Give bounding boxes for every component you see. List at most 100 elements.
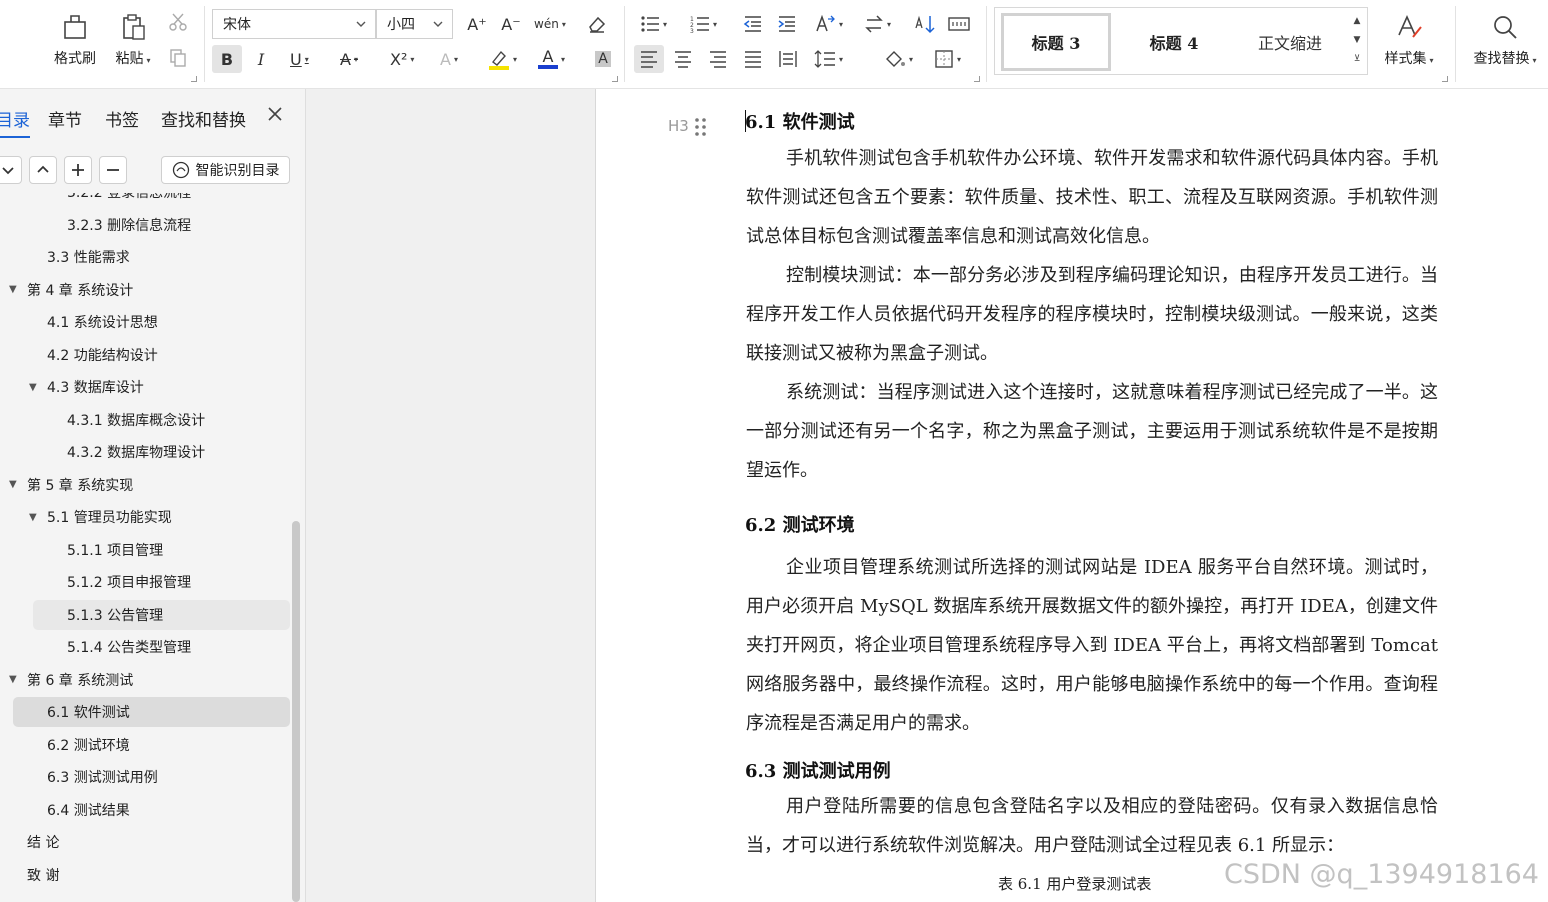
expand-caret-icon[interactable]: ▼ xyxy=(29,382,37,393)
align-center-button[interactable] xyxy=(668,45,698,73)
expand-caret-icon[interactable]: ▼ xyxy=(29,512,37,523)
chevron-up-icon[interactable]: ▲ xyxy=(1351,12,1363,31)
text-effect-button[interactable]: A ▾ xyxy=(440,45,458,73)
font-name-select[interactable]: 宋体 xyxy=(212,9,376,39)
text-flow-button[interactable]: ▾ xyxy=(864,10,891,38)
toc-item[interactable]: 致 谢 xyxy=(0,860,290,890)
toc-item[interactable]: 3.2.2 登录信息流程 xyxy=(0,193,290,207)
toc-item[interactable]: ▼ 第 4 章 系统设计 xyxy=(0,275,290,305)
toc-item[interactable]: 6.4 测试结果 xyxy=(0,795,290,825)
close-panel-button[interactable] xyxy=(264,103,286,125)
format-painter-button[interactable]: 格式刷 xyxy=(48,10,102,68)
font-name-value: 宋体 xyxy=(223,17,251,33)
distribute-button[interactable] xyxy=(773,45,803,73)
justify-button[interactable] xyxy=(738,45,768,73)
tab-find-replace[interactable]: 查找和替换 xyxy=(161,106,246,131)
align-right-button[interactable] xyxy=(703,45,733,73)
strikethrough-button[interactable]: A ▾ xyxy=(340,45,358,73)
expand-level-button[interactable] xyxy=(0,156,22,184)
toc-item[interactable]: ▼ 第 5 章 系统实现 xyxy=(0,470,290,500)
tab-bookmarks[interactable]: 书签 xyxy=(105,106,139,131)
align-left-button[interactable] xyxy=(634,45,664,73)
toc-item-label: 5.1.2 项目申报管理 xyxy=(67,575,192,591)
toc-item[interactable]: 5.1.1 项目管理 xyxy=(0,535,290,565)
font-size-select[interactable]: 小四 xyxy=(376,9,453,39)
line-spacing-button[interactable]: ▾ xyxy=(814,45,843,73)
toc-scrollbar[interactable] xyxy=(292,521,300,902)
style-body-indent[interactable]: 正文缩进 xyxy=(1235,13,1345,71)
add-heading-button[interactable] xyxy=(64,156,92,184)
toc-item[interactable]: 3.2.3 删除信息流程 xyxy=(0,210,290,240)
toc-item[interactable]: 5.1.4 公告类型管理 xyxy=(0,632,290,662)
decrease-indent-button[interactable] xyxy=(738,10,768,38)
remove-heading-button[interactable] xyxy=(99,156,127,184)
heading-6-2[interactable]: 6.2 测试环境 xyxy=(745,511,855,537)
toc-item[interactable]: 结 论 xyxy=(0,827,290,857)
expand-icon[interactable]: ⊻ xyxy=(1351,50,1363,69)
clipboard-group-expander[interactable] xyxy=(191,76,197,82)
toc-item[interactable]: 3.3 性能需求 xyxy=(0,242,290,272)
phonetic-guide-button[interactable]: wén ▾ xyxy=(534,10,566,38)
styles-group-expander[interactable] xyxy=(1442,76,1448,82)
tab-toc[interactable]: 目录 xyxy=(0,106,30,138)
show-marks-button[interactable] xyxy=(944,10,974,38)
text-direction-button[interactable]: ▾ xyxy=(814,10,843,38)
borders-button[interactable]: ▾ xyxy=(934,45,961,73)
underline-button[interactable]: U ▾ xyxy=(290,45,309,73)
heading-level-marker[interactable]: H3 xyxy=(668,117,689,135)
toc-item[interactable]: ▼ 第 6 章 系统测试 xyxy=(0,665,290,695)
font-color-button[interactable]: A ▾ xyxy=(538,45,565,73)
smart-toc-button[interactable]: 智能识别目录 xyxy=(161,156,290,184)
paragraph-group-expander[interactable] xyxy=(974,76,980,82)
numbered-list-button[interactable]: 123 ▾ xyxy=(690,10,717,38)
shading-button[interactable]: ▾ xyxy=(884,45,913,73)
toc-item[interactable]: 4.3.2 数据库物理设计 xyxy=(0,437,290,467)
increase-indent-button[interactable] xyxy=(772,10,802,38)
tab-chapters[interactable]: 章节 xyxy=(48,106,82,131)
toc-item[interactable]: 5.1.3 公告管理 xyxy=(33,599,290,630)
superscript-button[interactable]: X² ▾ xyxy=(390,45,414,73)
bold-button[interactable]: B xyxy=(212,45,242,73)
style-heading-3[interactable]: 标题 3 xyxy=(1001,13,1111,71)
font-group-expander[interactable] xyxy=(612,76,618,82)
table-caption[interactable]: 表 6.1 用户登录测试表 xyxy=(998,873,1151,894)
toc-item[interactable]: 4.3.1 数据库概念设计 xyxy=(0,405,290,435)
decrease-font-size-button[interactable]: A⁻ xyxy=(496,10,526,38)
toc-item[interactable]: 4.2 功能结构设计 xyxy=(0,340,290,370)
drag-handle-icon[interactable] xyxy=(694,117,708,137)
paragraph[interactable]: 控制模块测试：本一部分务必涉及到程序编码理论知识，由程序开发员工进行。当程序开发… xyxy=(746,256,1438,373)
heading-6-1[interactable]: 6.1 软件测试 xyxy=(745,108,855,134)
sort-button[interactable] xyxy=(910,10,940,38)
paragraph[interactable]: 用户登陆所需要的信息包含登陆名字以及相应的登陆密码。仅有录入数据信息恰当，才可以… xyxy=(746,787,1438,865)
styles-scroll[interactable]: ▲ ▼ ⊻ xyxy=(1351,12,1363,70)
italic-button[interactable]: I xyxy=(246,45,276,73)
paint-bucket-icon xyxy=(886,51,905,67)
toc-item[interactable]: 6.1 软件测试 xyxy=(13,697,290,727)
paragraph[interactable]: 手机软件测试包含手机软件办公环境、软件开发需求和软件源代码具体内容。手机软件测试… xyxy=(746,139,1438,256)
heading-6-3[interactable]: 6.3 测试测试用例 xyxy=(745,757,891,783)
highlight-button[interactable]: ▾ xyxy=(488,45,517,73)
copy-button[interactable] xyxy=(166,46,190,70)
toc-item[interactable]: 5.1.2 项目申报管理 xyxy=(0,567,290,597)
style-set-button[interactable]: 样式集 ▾ xyxy=(1378,10,1440,68)
expand-caret-icon[interactable]: ▼ xyxy=(9,674,17,685)
toc-item[interactable]: ▼ 4.3 数据库设计 xyxy=(0,372,290,402)
bullet-list-button[interactable]: ▾ xyxy=(640,10,667,38)
chevron-down-icon[interactable]: ▼ xyxy=(1351,31,1363,50)
toc-item[interactable]: 4.1 系统设计思想 xyxy=(0,307,290,337)
style-heading-4[interactable]: 标题 4 xyxy=(1119,13,1229,71)
expand-caret-icon[interactable]: ▼ xyxy=(9,284,17,295)
paste-button[interactable]: 粘贴 ▾ xyxy=(108,10,158,68)
paragraph[interactable]: 企业项目管理系统测试所选择的测试网站是 IDEA 服务平台自然环境。测试时，用户… xyxy=(746,548,1438,743)
toc-item[interactable]: 6.2 测试环境 xyxy=(0,730,290,760)
find-replace-button[interactable]: 查找替换 ▾ xyxy=(1466,10,1544,68)
char-shading-button[interactable]: A xyxy=(588,45,618,73)
toc-item[interactable]: 6.3 测试测试用例 xyxy=(0,762,290,792)
promote-level-button[interactable] xyxy=(29,156,57,184)
cut-button[interactable] xyxy=(166,10,190,34)
paragraph[interactable]: 系统测试：当程序测试进入这个连接时，这就意味着程序测试已经完成了一半。这一部分测… xyxy=(746,373,1438,490)
expand-caret-icon[interactable]: ▼ xyxy=(9,479,17,490)
toc-item[interactable]: ▼ 5.1 管理员功能实现 xyxy=(0,502,290,532)
increase-font-size-button[interactable]: A⁺ xyxy=(462,10,492,38)
clear-format-button[interactable] xyxy=(582,10,612,38)
